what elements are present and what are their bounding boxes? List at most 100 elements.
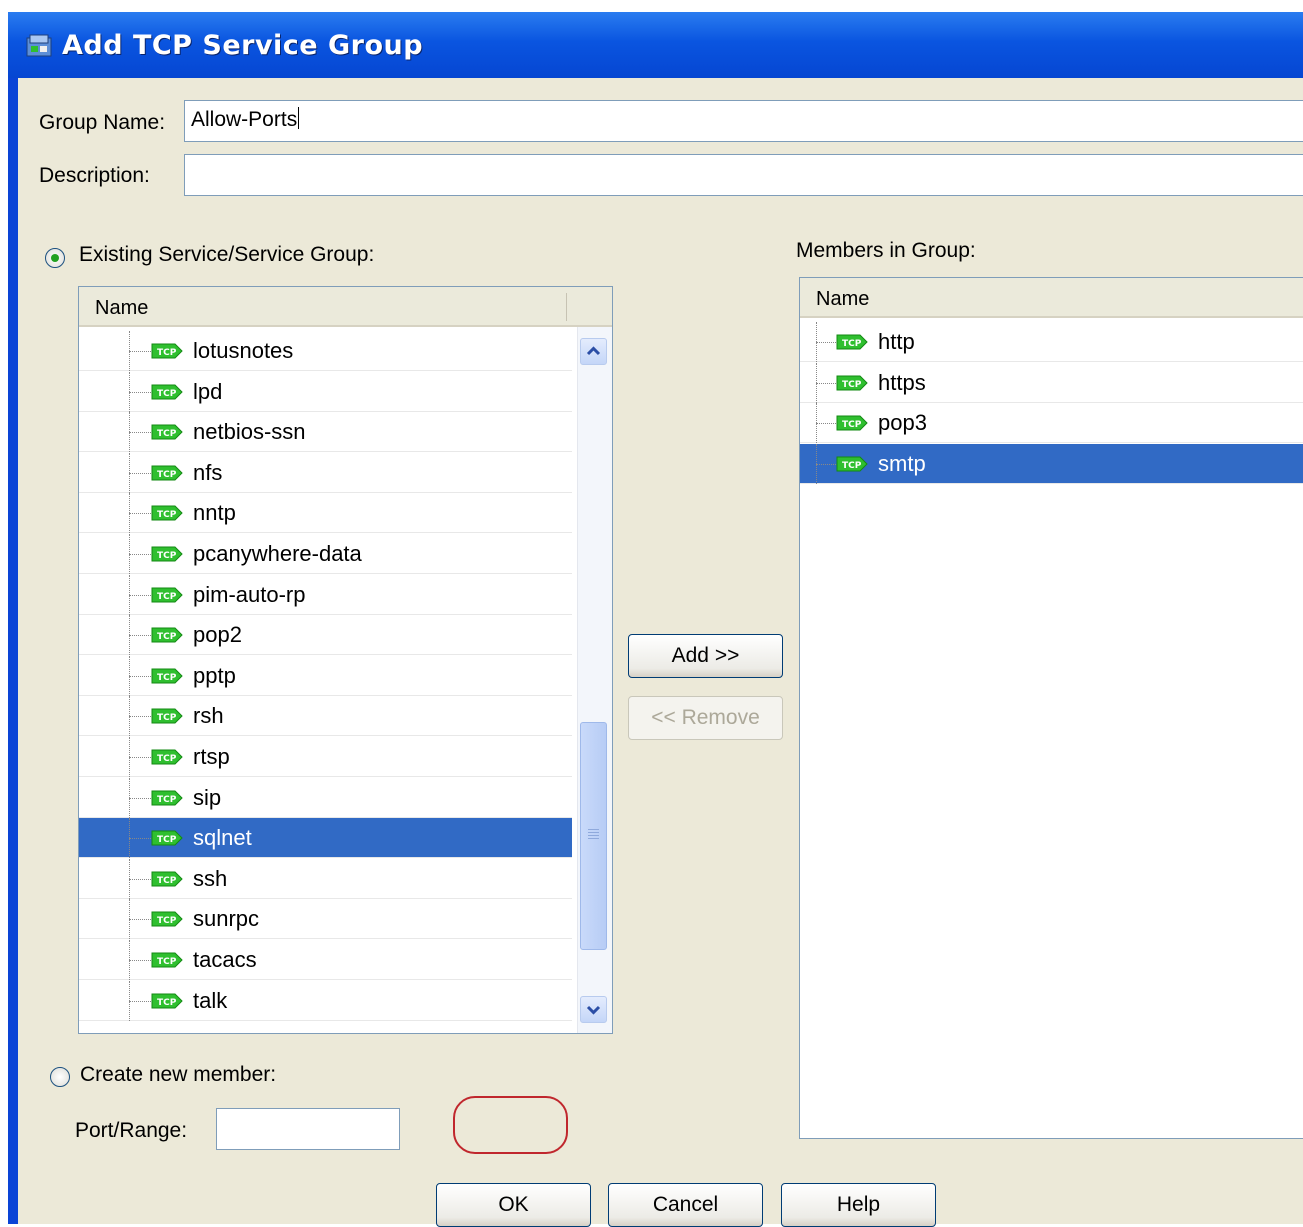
svg-text:TCP: TCP: [842, 380, 862, 390]
item-label: http: [878, 329, 915, 354]
header-divider: [566, 293, 567, 321]
svg-text:TCP: TCP: [842, 339, 862, 349]
tcp-icon: TCP: [836, 456, 868, 472]
create-new-member-radio[interactable]: [50, 1067, 70, 1087]
tcp-icon: TCP: [151, 587, 183, 603]
tcp-icon: TCP: [151, 749, 183, 765]
description-label: Description:: [39, 164, 150, 187]
existing-list-item[interactable]: TCP pcanywhere-data: [79, 534, 572, 574]
tcp-icon: TCP: [151, 993, 183, 1009]
members-list[interactable]: Name TCP http TCP https TCP pop3 TCP smtp: [799, 277, 1303, 1139]
remove-button[interactable]: << Remove: [628, 696, 783, 740]
text-caret: [298, 107, 300, 129]
existing-scrollbar[interactable]: [577, 327, 612, 1033]
member-list-item[interactable]: TCP http: [800, 322, 1303, 362]
item-label: netbios-ssn: [193, 419, 306, 445]
tree-connector: [816, 342, 838, 343]
svg-text:TCP: TCP: [157, 389, 177, 399]
tcp-icon: TCP: [836, 415, 868, 431]
description-field[interactable]: [184, 154, 1303, 196]
svg-text:TCP: TCP: [157, 713, 177, 723]
item-label: pop2: [193, 622, 242, 648]
tcp-icon: TCP: [151, 708, 183, 724]
tcp-icon: TCP: [151, 911, 183, 927]
service-group-icon: [26, 34, 52, 57]
group-name-value: Allow-Ports: [191, 108, 298, 131]
scroll-thumb[interactable]: [580, 722, 607, 950]
member-list-item[interactable]: TCP smtp: [800, 443, 1303, 484]
existing-list-item[interactable]: TCP sip: [79, 777, 572, 818]
scroll-down-button[interactable]: [580, 996, 607, 1023]
port-range-label: Port/Range:: [75, 1119, 188, 1142]
tcp-icon: TCP: [151, 871, 183, 887]
help-button[interactable]: Help: [781, 1183, 936, 1227]
chevron-up-icon: [586, 346, 601, 356]
tcp-icon: TCP: [836, 334, 868, 350]
port-range-field[interactable]: [216, 1108, 400, 1150]
tcp-icon: TCP: [151, 384, 183, 400]
item-label: https: [878, 369, 926, 395]
existing-name-column-header[interactable]: Name: [79, 287, 612, 327]
item-label: sqlnet: [193, 825, 252, 851]
item-label: tacacs: [193, 947, 257, 972]
existing-list-item[interactable]: TCP nfs: [79, 452, 572, 493]
existing-list-item[interactable]: TCP talk: [79, 980, 572, 1021]
member-list-item[interactable]: TCP pop3: [800, 403, 1303, 444]
existing-list-item[interactable]: TCP netbios-ssn: [79, 412, 572, 453]
group-name-field[interactable]: Allow-Ports: [184, 100, 1303, 142]
title-bar[interactable]: Add TCP Service Group: [8, 12, 1303, 78]
existing-list-item[interactable]: TCP sqlnet: [79, 818, 572, 859]
existing-service-radio[interactable]: [45, 248, 65, 268]
tcp-icon: TCP: [151, 952, 183, 968]
existing-list-item[interactable]: TCP ssh: [79, 858, 572, 899]
tcp-icon: TCP: [151, 343, 183, 359]
add-button[interactable]: Add >>: [628, 634, 783, 678]
existing-list-item[interactable]: TCP lpd: [79, 371, 572, 412]
existing-list-item[interactable]: TCP rtsp: [79, 737, 572, 777]
member-list-item[interactable]: TCP https: [800, 362, 1303, 403]
existing-list-item[interactable]: TCP sunrpc: [79, 899, 572, 940]
tree-connector: [129, 960, 151, 961]
existing-list-item[interactable]: TCP pim-auto-rp: [79, 574, 572, 615]
svg-text:TCP: TCP: [157, 998, 177, 1008]
tcp-icon: TCP: [836, 375, 868, 391]
tree-connector: [129, 757, 151, 758]
svg-text:TCP: TCP: [157, 348, 177, 358]
svg-text:TCP: TCP: [157, 957, 177, 967]
chevron-down-icon: [586, 1005, 601, 1015]
ok-button[interactable]: OK: [436, 1183, 591, 1227]
tree-connector: [816, 463, 838, 465]
item-label: nfs: [193, 459, 223, 485]
dialog-body: Group Name: Allow-Ports Description: Exi…: [18, 78, 1303, 1227]
tcp-icon: TCP: [151, 465, 183, 481]
svg-text:TCP: TCP: [157, 916, 177, 926]
tree-connector: [129, 1000, 151, 1002]
tree-connector: [129, 472, 151, 474]
cancel-button[interactable]: Cancel: [608, 1183, 763, 1227]
item-label: nntp: [193, 500, 236, 526]
existing-list-item[interactable]: TCP pptp: [79, 655, 572, 696]
svg-text:TCP: TCP: [157, 551, 177, 561]
tree-connector: [129, 594, 151, 596]
item-label: lotusnotes: [193, 338, 294, 363]
members-name-column-header[interactable]: Name: [800, 278, 1303, 318]
tree-connector: [129, 432, 151, 434]
scroll-up-button[interactable]: [580, 338, 607, 365]
tree-connector: [129, 919, 151, 921]
item-label: pim-auto-rp: [193, 581, 306, 607]
existing-list-item[interactable]: TCP tacacs: [79, 940, 572, 980]
tcp-icon: TCP: [151, 505, 183, 521]
tree-connector: [129, 878, 151, 880]
tree-connector: [816, 423, 838, 425]
existing-list-item[interactable]: TCP pop2: [79, 615, 572, 656]
existing-services-list[interactable]: Name TCP lotusnotes TCP lpd TCP netbios-ssn TC…: [78, 286, 613, 1034]
existing-list-item[interactable]: TCP lotusnotes: [79, 331, 572, 371]
tree-connector: [129, 797, 151, 799]
members-label: Members in Group:: [796, 239, 976, 262]
existing-list-item[interactable]: TCP nntp: [79, 493, 572, 534]
tcp-icon: TCP: [151, 830, 183, 846]
item-label: talk: [193, 987, 228, 1013]
existing-list-item[interactable]: TCP rsh: [79, 696, 572, 737]
tcp-icon: TCP: [151, 546, 183, 562]
tcp-icon: TCP: [151, 668, 183, 684]
